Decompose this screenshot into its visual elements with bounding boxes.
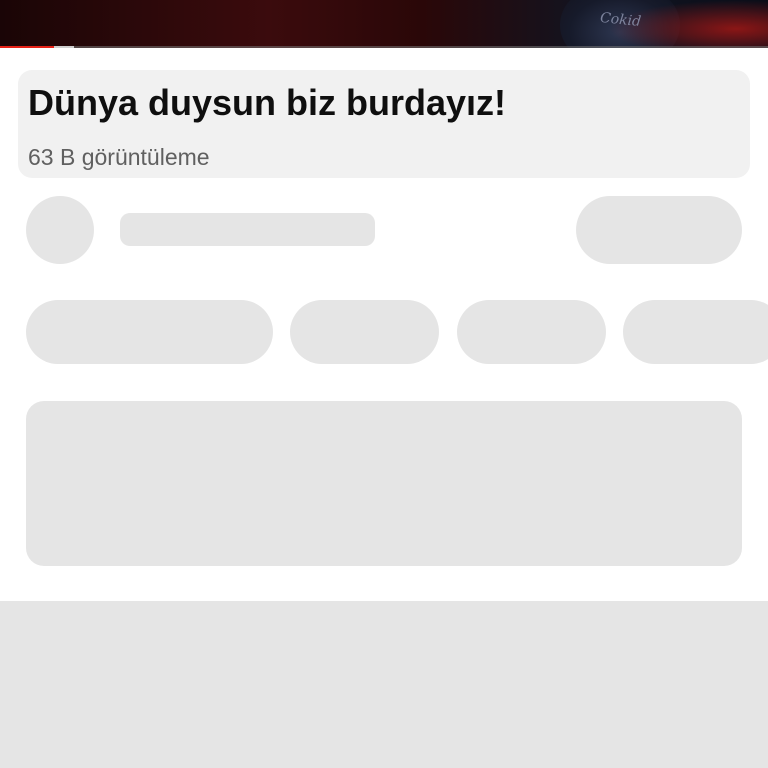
video-title-card[interactable]: Dünya duysun biz burdayız! 63 B görüntül… bbox=[18, 70, 750, 178]
video-title: Dünya duysun biz burdayız! bbox=[28, 82, 507, 123]
subscribe-button-placeholder bbox=[576, 196, 742, 264]
action-chip-placeholder-remix bbox=[457, 300, 606, 364]
view-count: 63 B görüntüleme bbox=[28, 144, 210, 170]
channel-name-placeholder bbox=[120, 213, 375, 246]
action-chip-placeholder-download bbox=[623, 300, 768, 364]
video-progress-played bbox=[0, 46, 54, 48]
video-watch-page: Cokid Dünya duysun biz burdayız! 63 B gö… bbox=[0, 0, 768, 768]
description-placeholder bbox=[26, 401, 742, 566]
action-chip-placeholder-like bbox=[26, 300, 273, 364]
channel-avatar-placeholder bbox=[26, 196, 94, 264]
action-chip-placeholder-share bbox=[290, 300, 439, 364]
comments-section-placeholder bbox=[0, 601, 768, 768]
video-progress-bar[interactable] bbox=[0, 46, 768, 48]
video-player[interactable]: Cokid bbox=[0, 0, 768, 48]
